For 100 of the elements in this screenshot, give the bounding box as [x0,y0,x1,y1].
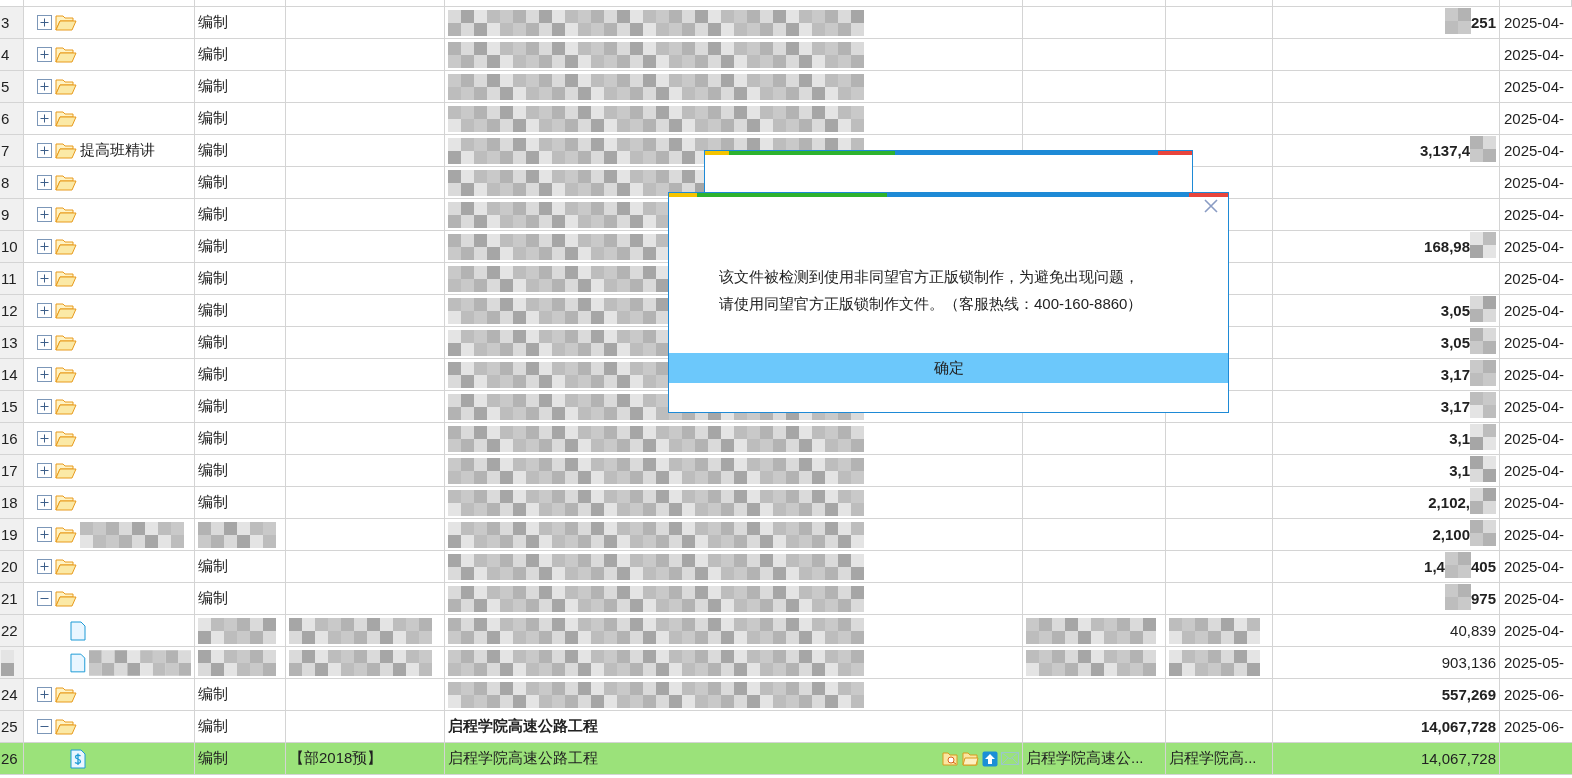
expand-button[interactable] [37,271,52,286]
row-number: 5 [0,71,24,102]
expand-button[interactable] [37,367,52,382]
row-number: 22 [0,615,24,646]
date-cell: 2025-04- [1504,526,1565,543]
table-row[interactable]: 3 编制 251 2025-04- [0,7,1572,39]
expand-button[interactable] [37,399,52,414]
expand-button[interactable] [37,15,52,30]
expand-button[interactable] [37,431,52,446]
status-cell: 编制 [198,685,228,704]
expand-button[interactable] [37,143,52,158]
amount-text: 2,100 [1432,526,1470,543]
table-row[interactable]: 22 40,839 2025-04- [0,615,1572,647]
status-cell: 编制 [198,397,228,416]
table-row[interactable]: 18 编制 2,102, 2025-04- [0,487,1572,519]
folder-icon [55,142,77,159]
amount-text: 3,1 [1449,462,1470,479]
expand-button[interactable] [37,687,52,702]
expand-button[interactable] [37,111,52,126]
dollar-document-icon [70,748,86,769]
status-cell: 编制 [198,269,228,288]
collapse-button[interactable] [37,719,52,734]
row-number: 16 [0,423,24,454]
folder-icon [55,558,77,575]
table-row[interactable]: 20 编制 1,4 405 2025-04- [0,551,1572,583]
row-number: 14 [0,359,24,390]
redaction-mosaic [1444,584,1471,610]
table-row[interactable]: 26 编制 【部2018预】 启程学院高速公路工程 启程学院高速公... 启程学院高... 14,067,728 [0,743,1572,775]
table-row[interactable]: 19 2,100 2025-04- [0,519,1572,551]
expand-button[interactable] [37,463,52,478]
folder-icon [55,302,77,319]
status-cell: 编制 [198,77,228,96]
redaction-mosaic [1,649,14,676]
row-number: 26 [0,743,24,774]
upload-icon[interactable] [982,750,998,767]
amount-text: 1,4 [1424,558,1445,575]
status-cell: 编制 [198,749,228,768]
table-row[interactable]: 24 编制 557,269 2025-06- [0,679,1572,711]
date-cell: 2025-04- [1504,622,1565,639]
row-number: 10 [0,231,24,262]
status-cell: 编制 [198,205,228,224]
folder-icon [55,238,77,255]
redaction-mosaic [1444,552,1471,578]
date-cell: 2025-04- [1504,46,1565,63]
redaction-mosaic [1470,456,1496,482]
expand-button[interactable] [37,207,52,222]
table-row[interactable]: 4 编制 2025-04- [0,39,1572,71]
table-row[interactable]: 16 编制 3,1 2025-04- [0,423,1572,455]
amount-text: 2,102, [1428,494,1470,511]
confirm-button[interactable]: 确定 [669,353,1228,383]
collapse-button[interactable] [37,591,52,606]
amount-text: 3,137,4 [1419,142,1470,159]
date-cell: 2025-04- [1504,430,1565,447]
row-number: 21 [0,583,24,614]
folder-icon [55,526,77,543]
amount-text: 3,17 [1440,398,1470,415]
row-number: 7 [0,135,24,166]
table-row[interactable]: 6 编制 2025-04- [0,103,1572,135]
redaction-mosaic [1470,296,1496,322]
expand-button[interactable] [37,527,52,542]
expand-button[interactable] [37,47,52,62]
date-cell: 2025-04- [1504,494,1565,511]
redaction-mosaic [1470,424,1496,450]
table-row[interactable]: 903,136 2025-05- [0,647,1572,679]
folder-icon [55,590,77,607]
expand-button[interactable] [37,303,52,318]
expand-button[interactable] [37,335,52,350]
row-number: 25 [0,711,24,742]
expand-button[interactable] [37,559,52,574]
row-number: 3 [0,7,24,38]
row-number: 4 [0,39,24,70]
folder-icon [55,78,77,95]
date-cell: 2025-04- [1504,110,1565,127]
close-icon[interactable] [1204,199,1218,213]
date-cell: 2025-04- [1504,398,1565,415]
table-row[interactable]: 21 编制 975 2025-04- [0,583,1572,615]
row-number: 19 [0,519,24,550]
status-cell: 编制 [198,493,228,512]
amount-text: 3,05 [1440,302,1470,319]
expand-button[interactable] [37,239,52,254]
row-number: 24 [0,679,24,710]
date-cell: 2025-04- [1504,142,1565,159]
amount-text: 903,136 [1441,654,1496,671]
folder-icon [55,14,77,31]
date-cell: 2025-05- [1504,654,1565,671]
status-cell: 编制 [198,109,228,128]
row-number: 13 [0,327,24,358]
redaction-mosaic [1470,520,1496,546]
table-row[interactable]: 17 编制 3,1 2025-04- [0,455,1572,487]
expand-button[interactable] [37,175,52,190]
expand-button[interactable] [37,495,52,510]
date-cell: 2025-06- [1504,718,1565,735]
table-row[interactable]: 5 编制 2025-04- [0,71,1572,103]
folder-search-icon[interactable] [942,751,959,766]
row-number: 20 [0,551,24,582]
expand-button[interactable] [37,79,52,94]
folder-icon [55,718,77,735]
table-cell: 启程学院高... [1169,749,1257,768]
folder-icon [55,46,77,63]
folder-icon [55,110,77,127]
